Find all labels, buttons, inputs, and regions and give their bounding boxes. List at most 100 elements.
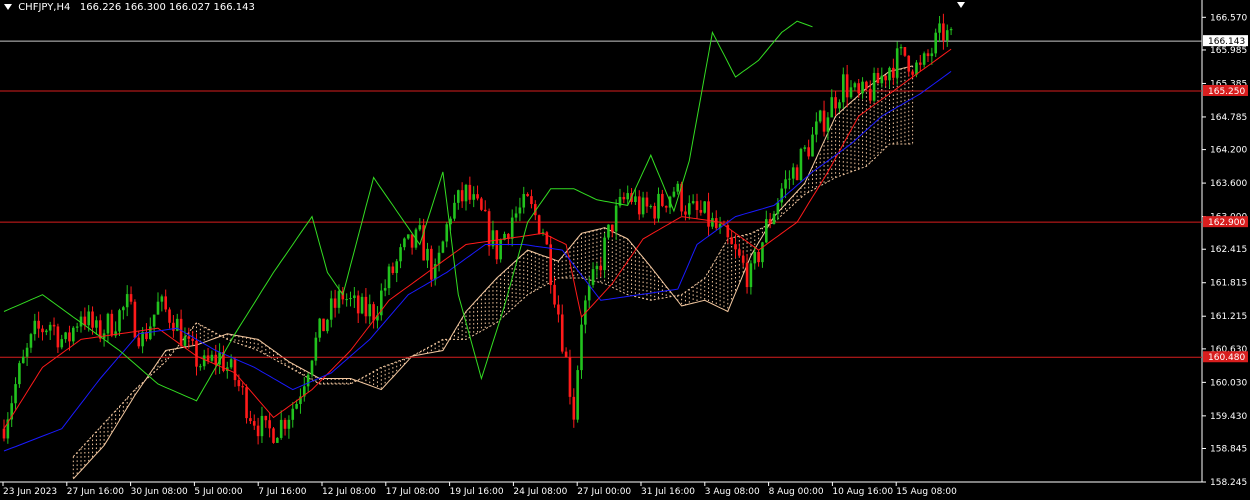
candle-body	[895, 48, 899, 78]
price-tick-label: 161.815	[1210, 279, 1247, 289]
candle	[276, 437, 279, 444]
time-tick-label: 24 Jul 08:00	[513, 487, 567, 497]
time-tick-label: 3 Aug 08:00	[705, 487, 760, 497]
candle-body	[237, 380, 241, 387]
candle-body	[206, 355, 210, 361]
candle-body	[395, 261, 398, 274]
candle-body	[884, 75, 887, 81]
price-tick-label: 161.215	[1210, 312, 1247, 322]
candle	[245, 384, 248, 424]
candle-body	[152, 314, 156, 327]
candle-body	[711, 218, 714, 227]
candle-body	[387, 266, 391, 289]
level-price-tag: 165.250	[1203, 84, 1248, 97]
candle-body	[926, 53, 930, 57]
candle-body	[445, 224, 449, 242]
candle-body	[637, 196, 641, 215]
time-tick-label: 30 Jun 08:00	[131, 487, 188, 497]
candle-body	[564, 351, 568, 358]
candle-body	[183, 336, 187, 346]
candle-body	[857, 83, 860, 94]
candle-body	[641, 197, 645, 215]
candle-body	[87, 311, 90, 326]
candle-body	[283, 419, 287, 429]
price-tick-label: 159.430	[1210, 412, 1247, 422]
candle-body	[845, 74, 849, 98]
candle-body	[622, 196, 626, 200]
candle-body	[45, 330, 48, 333]
candle-body	[765, 219, 768, 243]
candle-body	[333, 298, 337, 308]
candle-body	[653, 206, 656, 219]
candle-body	[842, 74, 845, 103]
candle-body	[738, 249, 741, 256]
time-tick-label: 31 Jul 16:00	[641, 487, 695, 497]
candle-body	[899, 47, 903, 49]
time-tick-label: 27 Jun 16:00	[67, 487, 124, 497]
candle-body	[838, 102, 841, 109]
candle-body	[915, 62, 918, 75]
candle-body	[919, 62, 922, 65]
chevron-down-icon[interactable]	[4, 4, 12, 10]
candle-body	[580, 324, 583, 371]
candle-body	[403, 238, 406, 248]
candle-body	[545, 232, 549, 245]
candle-body	[268, 420, 271, 429]
candle-body	[784, 179, 787, 189]
candle-body	[291, 408, 295, 420]
candle	[272, 427, 275, 444]
candle-body	[195, 340, 198, 367]
candle-body	[795, 167, 799, 181]
candle-body	[72, 327, 75, 342]
candle-body	[672, 191, 676, 197]
level-tag-label: 162.900	[1208, 218, 1245, 228]
candle-body	[133, 301, 137, 338]
candle-body	[791, 167, 795, 179]
candle-body	[25, 347, 29, 357]
candle-body	[518, 207, 522, 214]
candle-body	[141, 331, 144, 347]
price-tick-label: 162.415	[1210, 245, 1247, 255]
candle-body	[33, 320, 37, 335]
candle-body	[106, 313, 110, 334]
candle-body	[272, 428, 275, 443]
candle	[441, 240, 445, 254]
candle-body	[788, 178, 791, 180]
candle-body	[707, 201, 710, 227]
candle-body	[260, 415, 264, 437]
time-tick-label: 8 Aug 00:00	[769, 487, 824, 497]
candle-body	[772, 213, 776, 224]
chart-background	[0, 0, 1250, 500]
candle-body	[457, 190, 460, 203]
level-tag-label: 165.250	[1208, 87, 1245, 97]
candle-body	[664, 205, 668, 208]
candle-body	[410, 234, 414, 248]
candle-body	[441, 241, 445, 253]
price-chart[interactable]: 166.570165.985165.385164.785164.200163.6…	[0, 0, 1250, 500]
candle-body	[657, 193, 660, 219]
candle-body	[233, 359, 237, 381]
candle-body	[372, 304, 375, 321]
candle-body	[164, 296, 167, 310]
candle-body	[60, 339, 64, 348]
candle-body	[18, 363, 21, 385]
candle-body	[430, 248, 433, 280]
candle-body	[595, 265, 599, 270]
candle	[580, 315, 583, 379]
candle-body	[122, 307, 125, 311]
candle-body	[345, 299, 348, 301]
candle-body	[938, 23, 941, 33]
level-tag-label: 160.480	[1208, 353, 1245, 363]
price-tick-label: 160.030	[1210, 378, 1247, 388]
candle	[495, 230, 499, 265]
candle-body	[437, 252, 441, 265]
time-tick-label: 23 Jun 2023	[3, 487, 57, 497]
candle-body	[757, 251, 760, 263]
candle-body	[803, 147, 807, 149]
candle-body	[256, 425, 260, 437]
candle-body	[799, 148, 803, 181]
candle-body	[880, 75, 884, 84]
time-tick-label: 7 Jul 16:00	[258, 487, 307, 497]
candle-body	[949, 29, 953, 31]
candle-body	[276, 437, 279, 443]
